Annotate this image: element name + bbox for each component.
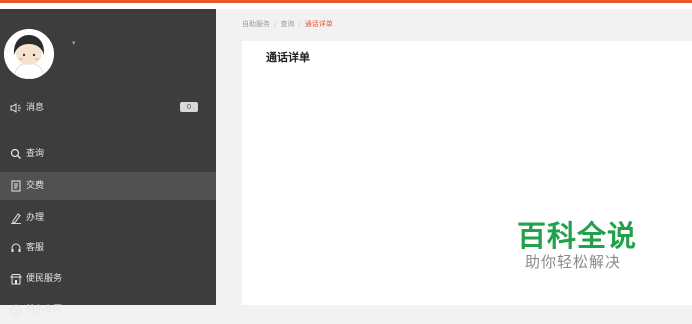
headset-icon — [10, 242, 22, 254]
sidebar-item-special[interactable]: 特色专区 — [0, 296, 216, 324]
sidebar-item-label: 便民服务 — [26, 274, 63, 284]
message-count-badge: 0 — [180, 102, 198, 112]
watermark-title: 百科全说 — [517, 219, 638, 253]
content-panel: 通话详单 — [242, 41, 692, 305]
sidebar-item-label: 客服 — [26, 243, 45, 253]
breadcrumb-self-service[interactable]: 自助服务 — [242, 20, 270, 28]
sidebar: ▾ 消息 0 查询 交费 办理 客服 便民服务 特色专区 — [0, 9, 216, 316]
watermark-subtitle: 助你轻松解决 — [525, 253, 622, 271]
sidebar-item-label: 消息 — [26, 103, 45, 113]
bill-icon — [10, 180, 22, 192]
breadcrumb-separator: / — [274, 20, 277, 28]
avatar[interactable] — [4, 29, 54, 79]
sidebar-item-payment[interactable]: 交费 — [0, 172, 216, 200]
breadcrumb-separator: / — [298, 20, 301, 28]
clock-icon — [10, 304, 22, 316]
sidebar-item-handle[interactable]: 办理 — [0, 204, 216, 232]
breadcrumb-current: 通话详单 — [304, 20, 333, 28]
speaker-icon — [10, 102, 22, 114]
sidebar-item-label: 查询 — [26, 149, 45, 159]
profile-caret-icon[interactable]: ▾ — [72, 39, 76, 47]
sidebar-item-label: 交费 — [26, 181, 45, 191]
sidebar-item-customer-service[interactable]: 客服 — [0, 234, 216, 262]
store-icon — [10, 273, 22, 285]
sidebar-item-label: 特色专区 — [26, 305, 63, 315]
avatar-icon — [4, 29, 54, 79]
sidebar-item-messages[interactable]: 消息 0 — [0, 94, 216, 122]
pen-icon — [10, 212, 22, 224]
search-icon — [10, 148, 22, 160]
sidebar-item-label: 办理 — [26, 213, 45, 223]
sidebar-item-convenience[interactable]: 便民服务 — [0, 265, 216, 293]
breadcrumb-query[interactable]: 查询 — [280, 20, 294, 28]
breadcrumb: 自助服务 / 查询 / 通话详单 — [242, 19, 333, 29]
sidebar-item-query[interactable]: 查询 — [0, 140, 216, 168]
page-title: 通话详单 — [266, 51, 310, 64]
